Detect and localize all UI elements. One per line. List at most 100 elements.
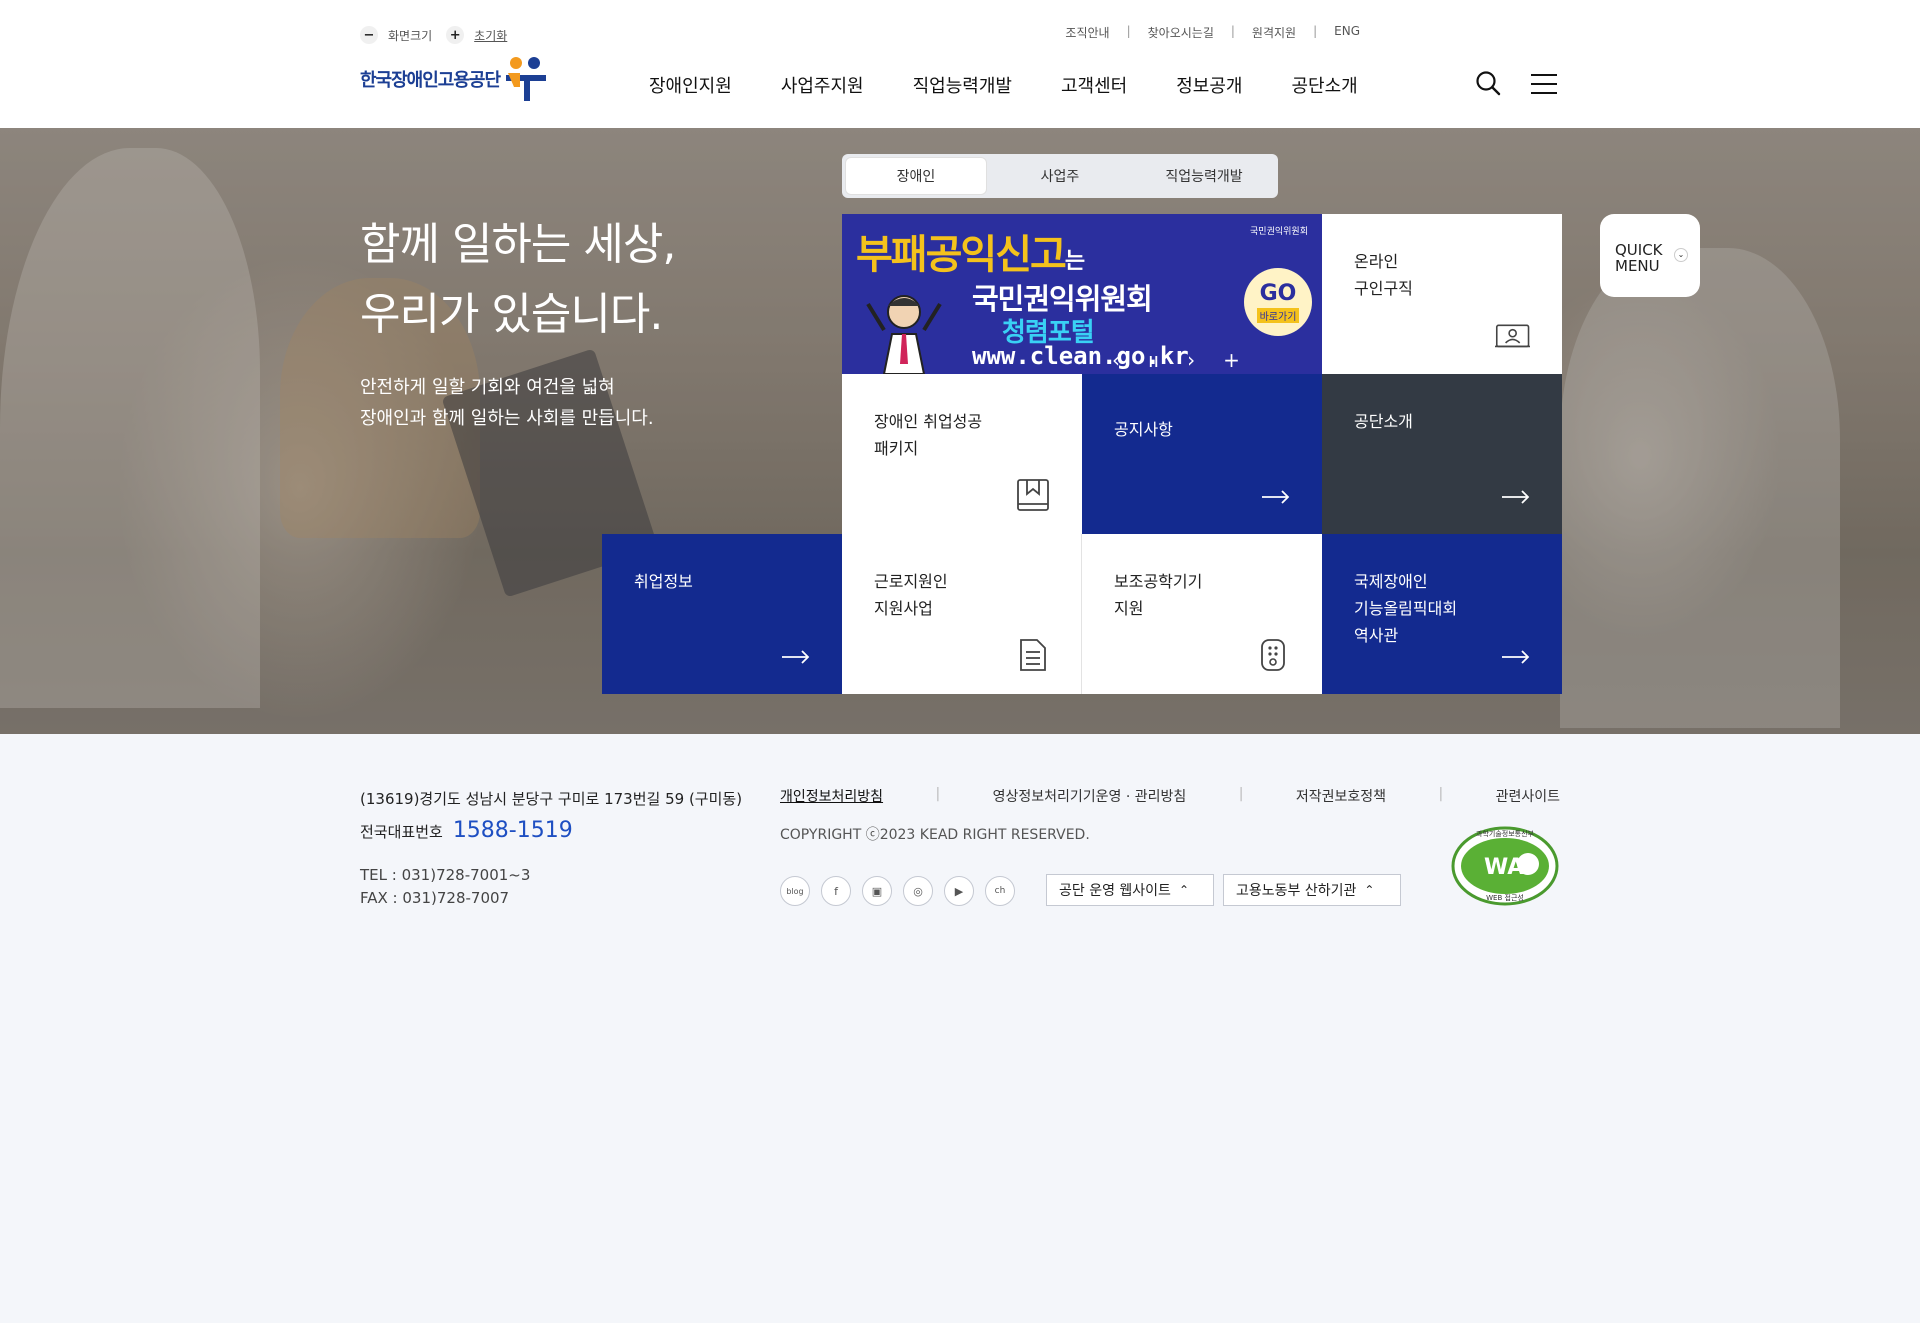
social-links: blog f ▣ ◎ ▶ ch: [780, 876, 1015, 906]
tab-disabled[interactable]: 장애인: [846, 158, 986, 194]
zoom-reset-link[interactable]: 초기화: [474, 27, 507, 44]
banner-agency-logo: 국민권익위원회: [1250, 227, 1308, 237]
instagram-icon[interactable]: ◎: [903, 876, 933, 906]
pause-slide-icon[interactable]: ıı: [1148, 348, 1159, 372]
tile-success-package[interactable]: 장애인 취업성공 패키지: [842, 374, 1082, 534]
audience-tabs: 장애인 사업주 직업능력개발: [842, 154, 1278, 198]
hero-description: 안전하게 일할 기회와 여건을 넓혀 장애인과 함께 일하는 사회를 만듭니다.: [360, 372, 654, 434]
banner-headline-suffix: 는: [1064, 249, 1085, 274]
logo-text: 한국장애인고용공단: [360, 70, 501, 91]
select-label: 공단 운영 웹사이트: [1059, 883, 1171, 899]
tile-label: 근로지원인: [874, 572, 948, 591]
quick-menu-label: MENU: [1615, 257, 1660, 275]
quick-menu-button[interactable]: QUICK MENU ⌄: [1600, 214, 1700, 297]
document-icon: [1020, 639, 1046, 671]
tile-skills-olympics[interactable]: 국제장애인 기능올림픽대회 역사관: [1322, 534, 1562, 694]
tile-job-info[interactable]: 취업정보: [602, 534, 842, 694]
tile-work-support[interactable]: 근로지원인 지원사업: [842, 534, 1082, 694]
nav-employer-support[interactable]: 사업주지원: [781, 72, 864, 98]
tab-vocational[interactable]: 직업능력개발: [1134, 158, 1274, 194]
cctv-policy-link[interactable]: 영상정보처리기기운영 · 관리방침: [993, 786, 1187, 806]
blog-icon[interactable]: blog: [780, 876, 810, 906]
facebook-icon[interactable]: f: [821, 876, 851, 906]
promo-banner[interactable]: 부패공익신고는 국민권익위원회 국민권익위원회 청렴포털 www.clean.g…: [842, 214, 1322, 374]
rep-phone-number: 1588-1519: [452, 818, 573, 843]
utility-links: 조직안내 | 찾아오시는길 | 원격지원 | ENG: [1065, 24, 1360, 41]
agency-sites-select[interactable]: 공단 운영 웹사이트 ⌃: [1046, 874, 1214, 906]
nav-vocational-dev[interactable]: 직업능력개발: [913, 72, 1012, 98]
arrow-right-icon: [1262, 490, 1290, 504]
person-id-icon: [1495, 324, 1530, 348]
arrow-right-icon: [1502, 490, 1530, 504]
util-link-org[interactable]: 조직안내: [1065, 24, 1109, 41]
search-icon[interactable]: [1475, 70, 1501, 96]
zoom-out-button[interactable]: −: [360, 26, 378, 44]
banner-go-button[interactable]: GO 바로가기: [1244, 268, 1312, 336]
nav-about[interactable]: 공단소개: [1291, 72, 1357, 98]
more-plus-icon[interactable]: +: [1223, 348, 1240, 372]
footer-contact: TEL : 031)728-7001~3 FAX : 031)728-7007: [360, 864, 530, 910]
arrow-right-icon: [782, 650, 810, 664]
zoom-in-button[interactable]: +: [446, 26, 465, 44]
post-icon[interactable]: ▣: [862, 876, 892, 906]
site-logo[interactable]: 한국장애인고용공단: [360, 55, 548, 103]
nav-customer-center[interactable]: 고객센터: [1061, 72, 1127, 98]
remote-device-icon: [1261, 639, 1285, 671]
next-slide-icon[interactable]: ›: [1187, 348, 1195, 372]
footer-fax: FAX : 031)728-7007: [360, 889, 510, 907]
hamburger-menu-icon[interactable]: [1530, 72, 1558, 96]
site-header: − 화면크기 + 초기화 조직안내 | 찾아오시는길 | 원격지원 | ENG …: [0, 0, 1920, 128]
tile-about[interactable]: 공단소개: [1322, 374, 1562, 534]
divider: |: [935, 786, 941, 802]
tab-employer[interactable]: 사업주: [990, 158, 1130, 194]
tile-notice[interactable]: 공지사항: [1082, 374, 1322, 534]
util-link-directions[interactable]: 찾아오시는길: [1148, 24, 1214, 41]
divider: |: [1126, 24, 1131, 38]
tile-label: 취업정보: [634, 572, 693, 591]
nav-info-disclosure[interactable]: 정보공개: [1176, 72, 1242, 98]
prev-slide-icon[interactable]: ‹: [1112, 348, 1120, 372]
nav-disabled-support[interactable]: 장애인지원: [649, 72, 732, 98]
tile-online-job[interactable]: 온라인 구인구직: [1322, 214, 1562, 374]
banner-go-subtext: 바로가기: [1256, 308, 1300, 323]
zoom-label: 화면크기: [388, 28, 433, 43]
tile-label: 국제장애인: [1354, 572, 1428, 591]
banner-controls: ‹ ıı › +: [1112, 348, 1240, 372]
tile-assistive-tech[interactable]: 보조공학기기 지원: [1082, 534, 1322, 694]
banner-headline-text: 부패공익신고: [856, 232, 1067, 278]
channel-icon[interactable]: ch: [985, 876, 1015, 906]
banner-headline: 부패공익신고는: [856, 222, 1085, 280]
megaphone-person-icon: [866, 295, 942, 374]
youtube-icon[interactable]: ▶: [944, 876, 974, 906]
wa-top-text: 과학기술정보통신부: [1476, 829, 1535, 838]
tile-label: 장애인 취업성공: [874, 412, 983, 431]
tile-label: 공지사항: [1114, 420, 1173, 439]
util-link-remote[interactable]: 원격지원: [1252, 24, 1296, 41]
site-footer: (13619)경기도 성남시 분당구 구미로 173번길 59 (구미동) 전국…: [0, 734, 1920, 1323]
wa-bottom-text: WEB 접근성: [1486, 893, 1524, 902]
tile-label: 지원사업: [874, 599, 933, 618]
main-navigation: 장애인지원 사업주지원 직업능력개발 고객센터 정보공개 공단소개: [649, 72, 1407, 98]
related-sites-link[interactable]: 관련사이트: [1496, 786, 1560, 806]
divider: |: [1238, 786, 1244, 802]
web-accessibility-badge: WA 과학기술정보통신부 WEB 접근성: [1451, 826, 1559, 906]
util-link-eng[interactable]: ENG: [1334, 24, 1360, 41]
divider: |: [1230, 24, 1235, 38]
hero-desc-line: 장애인과 함께 일하는 사회를 만듭니다.: [360, 408, 654, 429]
tile-label: 기능올림픽대회: [1354, 599, 1458, 618]
select-label: 고용노동부 산하기관: [1236, 883, 1357, 899]
ministry-orgs-select[interactable]: 고용노동부 산하기관 ⌃: [1223, 874, 1401, 906]
tile-label: 공단소개: [1354, 412, 1413, 431]
footer-tel: TEL : 031)728-7001~3: [360, 866, 531, 884]
bookmark-book-icon: [1017, 479, 1049, 511]
zoom-control: − 화면크기 + 초기화: [360, 26, 507, 44]
tile-label: 구인구직: [1354, 279, 1413, 298]
footer-rep-phone: 전국대표번호 1588-1519: [360, 818, 573, 843]
hero-desc-line: 안전하게 일할 기회와 여건을 넓혀: [360, 377, 615, 398]
copyright-policy-link[interactable]: 저작권보호정책: [1296, 786, 1386, 806]
privacy-policy-link[interactable]: 개인정보처리방침: [780, 786, 883, 806]
rep-phone-label: 전국대표번호: [360, 823, 443, 841]
chevron-up-icon: ⌃: [1178, 883, 1190, 897]
banner-go-text: GO: [1259, 281, 1297, 306]
tile-label: 역사관: [1354, 626, 1399, 645]
